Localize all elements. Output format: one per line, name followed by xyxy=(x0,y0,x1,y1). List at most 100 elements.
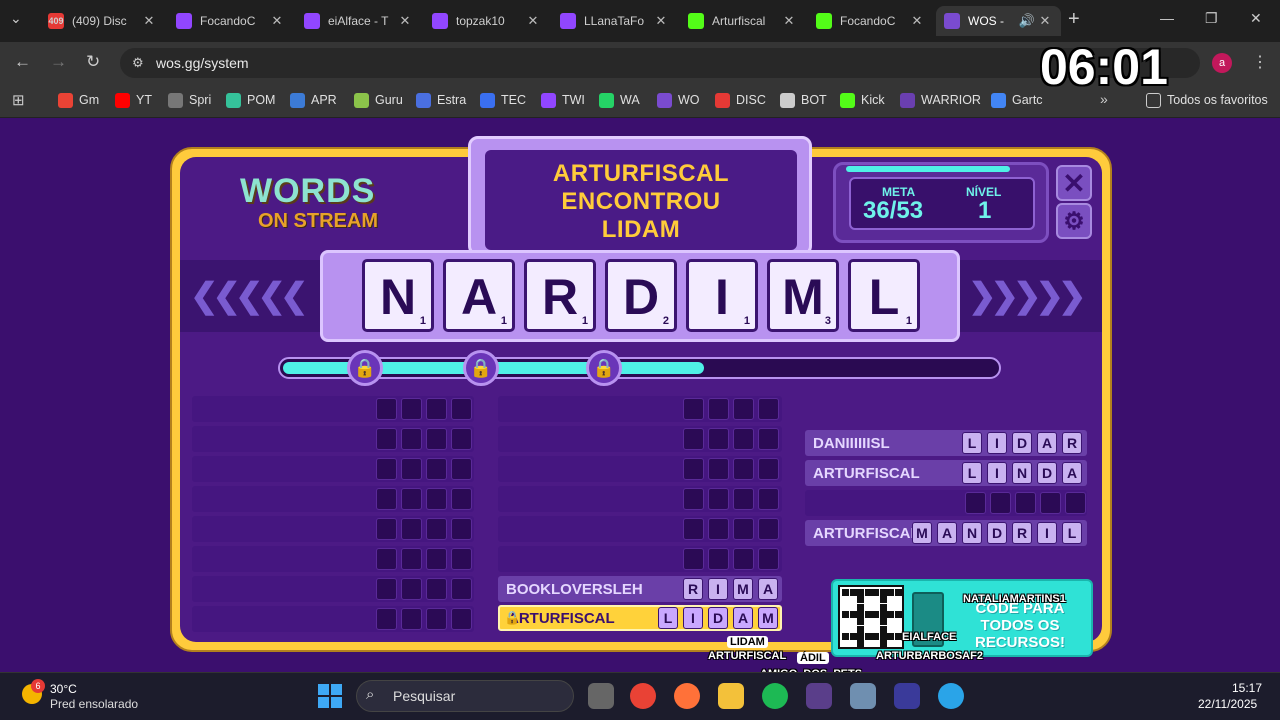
close-tab-icon[interactable]: ✕ xyxy=(269,13,285,29)
tab-title: Arturfiscal xyxy=(712,14,766,28)
close-tab-icon[interactable]: ✕ xyxy=(141,13,157,29)
settings-gear-icon[interactable]: ⚙ xyxy=(1056,203,1092,239)
letter-slot xyxy=(376,578,397,600)
tab-search-chevron-icon[interactable]: ⌄ xyxy=(10,10,22,27)
bookmark[interactable]: APR xyxy=(290,90,337,110)
reload-icon[interactable]: ↻ xyxy=(86,52,100,72)
url-text: wos.gg/system xyxy=(156,55,249,71)
minimize-icon[interactable]: — xyxy=(1160,10,1174,26)
letter-tile[interactable]: A1 xyxy=(443,259,515,332)
tile-points: 3 xyxy=(824,315,831,327)
restore-icon[interactable]: ❐ xyxy=(1205,10,1218,27)
tab[interactable]: topzak10 ✕ xyxy=(424,6,549,36)
profile-avatar[interactable]: a xyxy=(1212,53,1232,73)
tab-title: topzak10 xyxy=(456,14,505,28)
bookmark-icon xyxy=(168,92,183,108)
tile-points: 1 xyxy=(419,315,426,327)
bookmark[interactable]: Gm xyxy=(58,90,99,110)
taskbar-search[interactable]: Pesquisar xyxy=(356,680,574,712)
letter-slot xyxy=(426,608,447,630)
bookmark[interactable]: BOT xyxy=(780,90,827,110)
letter-slot xyxy=(758,398,779,420)
player-name: ARTURFISCAL xyxy=(508,609,615,627)
bookmark[interactable]: Guru xyxy=(354,90,403,110)
bookmark[interactable]: TWI xyxy=(541,90,585,110)
letter-slot xyxy=(1065,492,1086,514)
found-letter: I xyxy=(708,578,728,600)
qr-module xyxy=(857,632,864,640)
overlay-bubble: ÁDIL xyxy=(797,652,829,664)
taskbar-time: 15:17 xyxy=(1232,681,1263,695)
found-letter: I xyxy=(987,462,1007,484)
letter-tile[interactable]: R1 xyxy=(524,259,596,332)
bookmark[interactable]: DISC xyxy=(715,90,766,110)
close-tab-icon[interactable]: ✕ xyxy=(781,13,797,29)
close-game-icon[interactable]: ✕ xyxy=(1056,165,1092,201)
bookmark[interactable]: WO xyxy=(657,90,700,110)
site-info-icon[interactable]: ⚙ xyxy=(132,55,144,71)
letter-tile[interactable]: M3 xyxy=(767,259,839,332)
close-window-icon[interactable]: ✕ xyxy=(1250,10,1262,27)
close-tab-icon[interactable]: ✕ xyxy=(909,13,925,29)
found-letter: D xyxy=(708,607,728,629)
close-tab-icon[interactable]: ✕ xyxy=(525,13,541,29)
url-input[interactable]: wos.gg/system xyxy=(120,48,1200,78)
letter-slot xyxy=(758,548,779,570)
letter-tile[interactable]: D2 xyxy=(605,259,677,332)
new-tab-button[interactable]: + xyxy=(1068,8,1080,31)
app-icon[interactable] xyxy=(938,683,964,709)
letter-slot xyxy=(965,492,986,514)
spotify-icon[interactable] xyxy=(762,683,788,709)
apps-grid-icon[interactable]: ⊞ xyxy=(12,91,25,109)
bookmark[interactable]: YT xyxy=(115,90,152,110)
file-explorer-icon[interactable] xyxy=(718,683,744,709)
tab[interactable]: 409 (409) Disc ✕ xyxy=(40,6,165,36)
letter-slot xyxy=(758,488,779,510)
bookmark[interactable]: Gartc xyxy=(991,90,1043,110)
task-view-icon[interactable] xyxy=(588,683,614,709)
found-letter: A xyxy=(1062,462,1082,484)
tile-letter: A xyxy=(460,269,498,325)
firefox-icon[interactable] xyxy=(674,683,700,709)
tab[interactable]: Arturfiscal ✕ xyxy=(680,6,805,36)
bookmark[interactable]: TEC xyxy=(480,90,526,110)
app-icon[interactable] xyxy=(850,683,876,709)
lock-icon: 🔒 xyxy=(586,350,622,386)
close-tab-icon[interactable]: ✕ xyxy=(1037,13,1053,29)
back-icon[interactable]: ← xyxy=(14,52,31,72)
bookmark[interactable]: Estra xyxy=(416,90,466,110)
speaker-icon[interactable]: 🔊 xyxy=(1017,13,1037,29)
menu-icon[interactable]: ⋮ xyxy=(1252,52,1268,72)
letter-tile[interactable]: I1 xyxy=(686,259,758,332)
found-letter: R xyxy=(683,578,703,600)
tab[interactable]: WOS - 🔊 ✕ xyxy=(936,6,1061,36)
chrome-icon[interactable] xyxy=(630,683,656,709)
letter-tile[interactable]: N1 xyxy=(362,259,434,332)
start-windows-icon[interactable] xyxy=(318,684,342,708)
qr-module xyxy=(857,618,864,626)
bookmark[interactable]: Kick xyxy=(840,90,885,110)
letter-slot xyxy=(426,488,447,510)
tab[interactable]: eiAlface - T ✕ xyxy=(296,6,421,36)
app-icon[interactable] xyxy=(894,683,920,709)
letter-slot xyxy=(401,428,422,450)
letter-slot xyxy=(451,578,472,600)
close-tab-icon[interactable]: ✕ xyxy=(653,13,669,29)
twitch-icon xyxy=(432,13,448,29)
tab[interactable]: LLanaTaFo ✕ xyxy=(552,6,677,36)
bookmark-icon xyxy=(541,92,556,108)
bookmark[interactable]: WA xyxy=(599,90,640,110)
bookmark[interactable]: Spri xyxy=(168,90,211,110)
overlay-bubble: LIDAM xyxy=(727,636,768,648)
bookmark[interactable]: POM xyxy=(226,90,275,110)
close-tab-icon[interactable]: ✕ xyxy=(397,13,413,29)
kick-icon xyxy=(688,13,704,29)
bookmark[interactable]: WARRIOR xyxy=(900,90,981,110)
promo-text: CODE PARA TODOS OS RECURSOS! xyxy=(974,600,1065,651)
forward-icon[interactable]: → xyxy=(50,52,67,72)
letter-tile[interactable]: L1 xyxy=(848,259,920,332)
tab[interactable]: FocandoC ✕ xyxy=(168,6,293,36)
wos-icon xyxy=(944,13,960,29)
tab[interactable]: FocandoC ✕ xyxy=(808,6,933,36)
app-icon[interactable] xyxy=(806,683,832,709)
